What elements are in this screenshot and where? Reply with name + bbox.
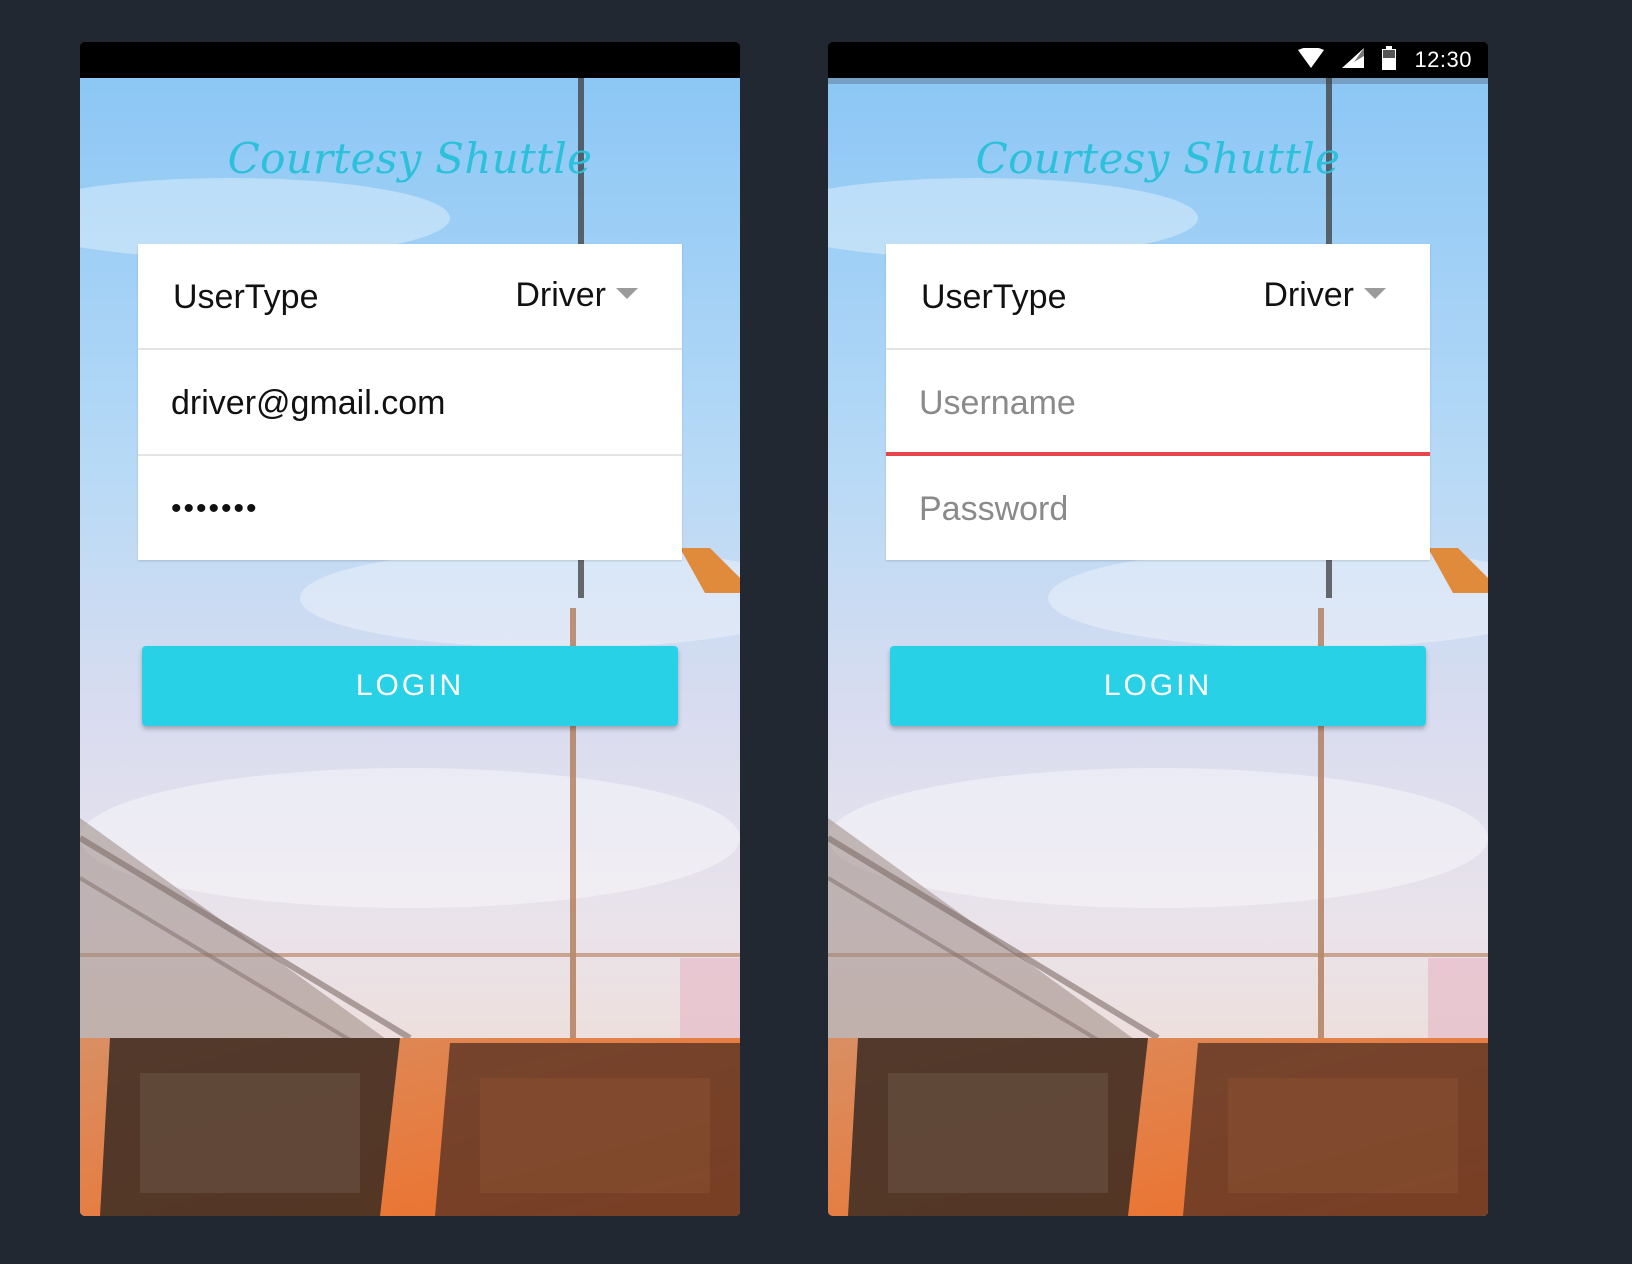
phone-screen-empty: 12:30 Courtesy Shuttle UserType Driver U… — [828, 42, 1488, 1216]
login-form: UserType Driver — [138, 244, 682, 560]
battery-icon — [1382, 45, 1397, 75]
phone-screen-filled: Courtesy Shuttle UserType Driver LOGIN — [80, 42, 740, 1216]
usertype-row: UserType Driver — [886, 244, 1430, 350]
app-title: Courtesy Shuttle — [227, 134, 593, 183]
wifi-icon — [1298, 46, 1325, 73]
username-field[interactable] — [171, 378, 651, 428]
login-button[interactable]: LOGIN — [890, 646, 1426, 726]
status-bar — [80, 42, 740, 78]
username-row — [138, 350, 682, 456]
status-bar: 12:30 — [828, 42, 1488, 78]
usertype-label: UserType — [921, 278, 1067, 316]
chevron-down-icon[interactable] — [1364, 288, 1386, 299]
username-field[interactable] — [919, 378, 1399, 428]
status-time: 12:30 — [1414, 47, 1472, 72]
usertype-row: UserType Driver — [138, 244, 682, 350]
password-row — [138, 456, 682, 560]
signal-icon — [1342, 47, 1365, 73]
password-row — [886, 456, 1430, 560]
app-title: Courtesy Shuttle — [975, 134, 1341, 183]
username-row — [886, 350, 1430, 456]
usertype-select[interactable]: Driver — [515, 276, 606, 315]
password-field[interactable] — [919, 484, 1399, 534]
status-icons: 12:30 — [1298, 42, 1472, 78]
login-form: UserType Driver — [886, 244, 1430, 560]
password-field[interactable] — [171, 484, 651, 534]
chevron-down-icon[interactable] — [616, 288, 638, 299]
login-button[interactable]: LOGIN — [142, 646, 678, 726]
usertype-label: UserType — [173, 278, 319, 316]
usertype-select[interactable]: Driver — [1263, 276, 1354, 315]
